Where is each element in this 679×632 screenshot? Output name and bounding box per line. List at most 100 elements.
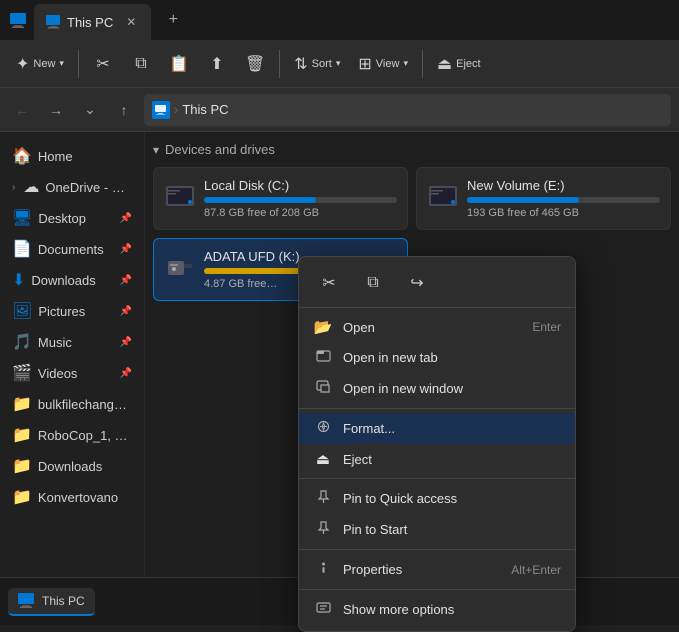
view-icon: ⊞ bbox=[358, 54, 371, 74]
sidebar-item-downloads2[interactable]: 📁 Downloads bbox=[4, 451, 140, 481]
cm-eject[interactable]: ⏏ Eject bbox=[299, 444, 575, 474]
cm-copy-button[interactable]: ⧉ bbox=[355, 267, 391, 299]
cm-paste-shortcut-button[interactable]: ↪ bbox=[399, 267, 435, 299]
sidebar-label-onedrive: OneDrive - Pers… bbox=[45, 180, 132, 195]
sidebar-label-home: Home bbox=[38, 149, 132, 164]
cm-eject-icon: ⏏ bbox=[313, 450, 333, 468]
sidebar-item-desktop[interactable]: 🖥 Desktop 📌 bbox=[4, 203, 140, 233]
up-button[interactable]: ↑ bbox=[110, 96, 138, 124]
cm-sep-1 bbox=[299, 408, 575, 409]
sidebar: 🏠 Home › ☁ OneDrive - Pers… 🖥 Desktop 📌 … bbox=[0, 132, 145, 625]
sort-button[interactable]: ⇅ Sort ▾ bbox=[286, 44, 348, 84]
cm-sep-4 bbox=[299, 589, 575, 590]
toolbar: ✦ New ▾ ✂ ⧉ 📋 ⬆ 🗑 ⇅ Sort ▾ ⊞ View ▾ ⏏ Ej… bbox=[0, 40, 679, 88]
forward-button[interactable]: → bbox=[42, 96, 70, 124]
context-menu: ✂ ⧉ ↪ 📂 Open Enter Open in new tab bbox=[298, 256, 576, 632]
drive-bar-container-c bbox=[204, 197, 397, 203]
sidebar-item-pictures[interactable]: 🖼 Pictures 📌 bbox=[4, 296, 140, 326]
new-button[interactable]: ✦ New ▾ bbox=[8, 44, 72, 84]
drive-bar-c bbox=[204, 197, 316, 203]
drive-icon-c bbox=[164, 180, 196, 219]
cm-open-new-tab[interactable]: Open in new tab bbox=[299, 342, 575, 373]
taskbar-explorer-item[interactable]: This PC bbox=[8, 588, 95, 616]
view-label: View bbox=[376, 58, 400, 70]
cm-open-new-window[interactable]: Open in new window bbox=[299, 373, 575, 404]
pin-icon-downloads: 📌 bbox=[120, 275, 132, 286]
breadcrumb-path: This PC bbox=[182, 102, 228, 117]
new-tab-button[interactable]: + bbox=[159, 6, 187, 34]
section-chevron: ▾ bbox=[153, 143, 159, 157]
cm-pin-quick[interactable]: Pin to Quick access bbox=[299, 483, 575, 514]
tab-close-button[interactable]: ✕ bbox=[123, 14, 139, 30]
cm-properties-icon bbox=[313, 560, 333, 579]
cm-open-window-label: Open in new window bbox=[343, 381, 561, 396]
pin-icon-desktop: 📌 bbox=[120, 213, 132, 224]
cm-format-label: Format... bbox=[343, 421, 561, 436]
downloads-icon: ⬇ bbox=[12, 270, 25, 290]
cm-cut-icon: ✂ bbox=[322, 273, 335, 293]
drive-info-c: Local Disk (C:) 87.8 GB free of 208 GB bbox=[204, 178, 397, 219]
cut-button[interactable]: ✂ bbox=[85, 44, 121, 84]
cm-pin-quick-icon bbox=[313, 489, 333, 508]
folder-icon-robocop: 📁 bbox=[12, 425, 32, 445]
sidebar-item-konvertovano[interactable]: 📁 Konvertovano bbox=[4, 482, 140, 512]
paste-icon: 📋 bbox=[169, 54, 189, 74]
drive-bar-e bbox=[467, 197, 579, 203]
cm-pin-start[interactable]: Pin to Start bbox=[299, 514, 575, 545]
sidebar-label-dl2: Downloads bbox=[38, 459, 132, 474]
breadcrumb-separator: › bbox=[174, 102, 178, 117]
app-icon bbox=[8, 10, 28, 30]
paste-button[interactable]: 📋 bbox=[161, 44, 197, 84]
drive-new-volume-e[interactable]: New Volume (E:) 193 GB free of 465 GB bbox=[416, 167, 671, 230]
section-label: Devices and drives bbox=[165, 142, 275, 157]
cm-paste-shortcut-icon: ↪ bbox=[410, 273, 423, 293]
cm-open-tab-icon bbox=[313, 348, 333, 367]
cm-format[interactable]: Format... bbox=[299, 413, 575, 444]
pc-breadcrumb-icon bbox=[152, 101, 170, 119]
sidebar-label-documents: Documents bbox=[38, 242, 114, 257]
tab-this-pc[interactable]: This PC ✕ bbox=[34, 4, 151, 40]
sidebar-item-bulkfilechanger[interactable]: 📁 bulkfilechanger… bbox=[4, 389, 140, 419]
toolbar-sep-2 bbox=[279, 50, 280, 78]
sidebar-label-robocop: RoboCop_1, 2, 3… bbox=[38, 428, 132, 443]
pin-icon-music: 📌 bbox=[120, 337, 132, 348]
back-button[interactable]: ← bbox=[8, 96, 36, 124]
sidebar-item-home[interactable]: 🏠 Home bbox=[4, 141, 140, 171]
drive-info-e: New Volume (E:) 193 GB free of 465 GB bbox=[467, 178, 660, 219]
cm-more-options[interactable]: Show more options bbox=[299, 594, 575, 625]
share-button[interactable]: ⬆ bbox=[199, 44, 235, 84]
sidebar-item-onedrive[interactable]: › ☁ OneDrive - Pers… bbox=[4, 172, 140, 202]
cm-open-tab-label: Open in new tab bbox=[343, 350, 561, 365]
eject-button[interactable]: ⏏ Eject bbox=[429, 44, 489, 84]
drive-name-c: Local Disk (C:) bbox=[204, 178, 397, 193]
view-dropdown-icon: ▾ bbox=[403, 58, 408, 69]
desktop-icon: 🖥 bbox=[12, 208, 32, 228]
pin-icon-pictures: 📌 bbox=[120, 306, 132, 317]
sidebar-item-music[interactable]: 🎵 Music 📌 bbox=[4, 327, 140, 357]
folder-icon-konv: 📁 bbox=[12, 487, 32, 507]
delete-icon: 🗑 bbox=[245, 54, 265, 74]
sidebar-item-downloads[interactable]: ⬇ Downloads 📌 bbox=[4, 265, 140, 295]
delete-button[interactable]: 🗑 bbox=[237, 44, 273, 84]
taskbar-explorer-icon bbox=[18, 592, 36, 610]
folder-icon-bulk: 📁 bbox=[12, 394, 32, 414]
cm-properties[interactable]: Properties Alt+Enter bbox=[299, 554, 575, 585]
sidebar-item-videos[interactable]: 🎬 Videos 📌 bbox=[4, 358, 140, 388]
sidebar-label-bulk: bulkfilechanger… bbox=[38, 397, 132, 412]
new-label: New bbox=[33, 58, 55, 70]
cm-cut-button[interactable]: ✂ bbox=[311, 267, 347, 299]
breadcrumb[interactable]: › This PC bbox=[144, 94, 671, 126]
copy-button[interactable]: ⧉ bbox=[123, 44, 159, 84]
context-menu-toolbar: ✂ ⧉ ↪ bbox=[299, 263, 575, 308]
music-icon: 🎵 bbox=[12, 332, 32, 352]
dropdown-button[interactable]: ⌄ bbox=[76, 96, 104, 124]
cm-open[interactable]: 📂 Open Enter bbox=[299, 312, 575, 342]
sidebar-label-konv: Konvertovano bbox=[38, 490, 132, 505]
view-button[interactable]: ⊞ View ▾ bbox=[350, 44, 416, 84]
taskbar-item-label: This PC bbox=[42, 594, 85, 608]
sidebar-item-robocop[interactable]: 📁 RoboCop_1, 2, 3… bbox=[4, 420, 140, 450]
folder-icon-dl2: 📁 bbox=[12, 456, 32, 476]
cm-more-icon bbox=[313, 600, 333, 619]
sidebar-item-documents[interactable]: 📄 Documents 📌 bbox=[4, 234, 140, 264]
drive-local-c[interactable]: Local Disk (C:) 87.8 GB free of 208 GB bbox=[153, 167, 408, 230]
